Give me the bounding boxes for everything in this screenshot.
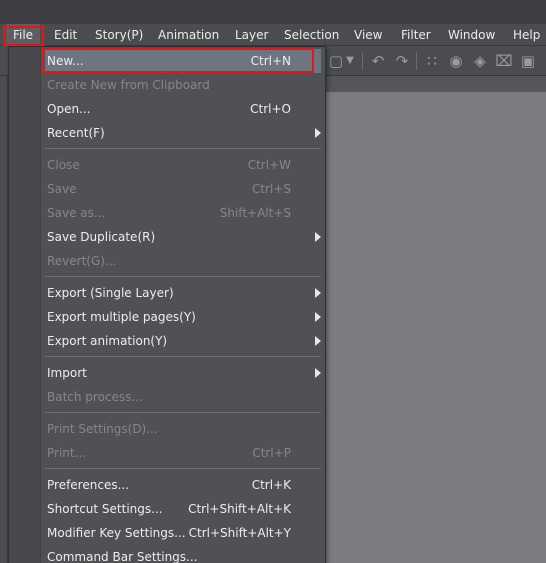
menu-item-save-duplicate-r[interactable]: Save Duplicate(R) bbox=[45, 225, 321, 249]
menu-item-shortcut: Ctrl+W bbox=[247, 158, 291, 172]
menu-item-label: Print... bbox=[47, 446, 87, 460]
menu-item-label: New... bbox=[47, 54, 84, 68]
menu-item-label: Preferences... bbox=[47, 478, 130, 492]
menu-item-label: Shortcut Settings... bbox=[47, 502, 163, 516]
menu-item-print-settings-d[interactable]: Print Settings(D)... bbox=[45, 417, 321, 441]
menu-window[interactable]: Window bbox=[448, 24, 495, 46]
menu-item-close[interactable]: Close Ctrl+W bbox=[45, 153, 321, 177]
menu-separator bbox=[45, 148, 321, 149]
menu-item-label: Save Duplicate(R) bbox=[47, 230, 156, 244]
menu-item-shortcut-settings[interactable]: Shortcut Settings... Ctrl+Shift+Alt+K bbox=[45, 497, 321, 521]
menu-item-label: Export multiple pages(Y) bbox=[47, 310, 196, 324]
menu-item-print[interactable]: Print... Ctrl+P bbox=[45, 441, 321, 465]
menu-item-shortcut: Ctrl+O bbox=[250, 102, 291, 116]
canvas-tab-strip bbox=[325, 76, 546, 92]
redo-icon[interactable]: ↷ bbox=[392, 51, 412, 71]
selection-dots-icon[interactable]: ∷ bbox=[422, 51, 442, 71]
menu-separator bbox=[45, 356, 321, 357]
title-bar bbox=[0, 0, 546, 24]
menu-edit[interactable]: Edit bbox=[54, 24, 77, 46]
menu-item-label: Close bbox=[47, 158, 80, 172]
submenu-arrow-icon bbox=[315, 128, 321, 138]
dropdown-arrow-icon[interactable]: ▼ bbox=[340, 51, 360, 71]
menu-selection[interactable]: Selection bbox=[284, 24, 339, 46]
menu-item-label: Command Bar Settings... bbox=[47, 550, 198, 563]
menu-item-save[interactable]: Save Ctrl+S bbox=[45, 177, 321, 201]
menu-item-export-animation-y[interactable]: Export animation(Y) bbox=[45, 329, 321, 353]
menu-item-modifier-key-settings[interactable]: Modifier Key Settings... Ctrl+Shift+Alt+Y bbox=[45, 521, 321, 545]
menu-bar: File Edit Story(P) Animation Layer Selec… bbox=[0, 24, 546, 46]
menu-item-preferences[interactable]: Preferences... Ctrl+K bbox=[45, 473, 321, 497]
undo-icon[interactable]: ↶ bbox=[368, 51, 388, 71]
menu-item-label: Save bbox=[47, 182, 77, 196]
menu-file[interactable]: File bbox=[6, 24, 40, 46]
submenu-arrow-icon bbox=[315, 232, 321, 242]
menu-item-export-single-layer[interactable]: Export (Single Layer) bbox=[45, 281, 321, 305]
menu-item-label: Print Settings(D)... bbox=[47, 422, 158, 436]
menu-item-recent-f[interactable]: Recent(F) bbox=[45, 121, 321, 145]
menu-item-command-bar-settings[interactable]: Command Bar Settings... bbox=[45, 545, 321, 563]
menu-item-batch-process[interactable]: Batch process... bbox=[45, 385, 321, 409]
file-menu-dropdown: New... Ctrl+N Create New from Clipboard Ope… bbox=[8, 46, 326, 563]
menu-item-import[interactable]: Import bbox=[45, 361, 321, 385]
submenu-arrow-icon bbox=[315, 368, 321, 378]
menu-item-shortcut: Ctrl+Shift+Alt+Y bbox=[188, 526, 291, 540]
menu-item-create-new-from-clipboard[interactable]: Create New from Clipboard bbox=[45, 73, 321, 97]
menu-item-open[interactable]: Open... Ctrl+O bbox=[45, 97, 321, 121]
menu-item-label: Modifier Key Settings... bbox=[47, 526, 186, 540]
menu-item-label: Import bbox=[47, 366, 87, 380]
menu-item-shortcut: Ctrl+Shift+Alt+K bbox=[188, 502, 291, 516]
fill-icon[interactable]: ◈ bbox=[470, 51, 490, 71]
menu-item-save-as[interactable]: Save as... Shift+Alt+S bbox=[45, 201, 321, 225]
transform-icon[interactable]: ◉ bbox=[446, 51, 466, 71]
submenu-arrow-icon bbox=[315, 288, 321, 298]
menu-item-label: Revert(G)... bbox=[47, 254, 117, 268]
menu-item-label: Export (Single Layer) bbox=[47, 286, 174, 300]
menu-icon-gutter bbox=[9, 47, 41, 563]
menu-item-revert-g[interactable]: Revert(G)... bbox=[45, 249, 321, 273]
fit-icon[interactable]: ▣ bbox=[518, 51, 538, 71]
menu-help[interactable]: Help bbox=[513, 24, 540, 46]
menu-separator bbox=[45, 276, 321, 277]
menu-view[interactable]: View bbox=[354, 24, 382, 46]
crop-icon[interactable]: ⌧ bbox=[494, 51, 514, 71]
menu-item-shortcut: Ctrl+S bbox=[251, 182, 291, 196]
menu-item-shortcut: Shift+Alt+S bbox=[219, 206, 291, 220]
left-edge-panel bbox=[0, 76, 8, 563]
submenu-arrow-icon bbox=[315, 336, 321, 346]
menu-item-shortcut: Ctrl+N bbox=[250, 54, 291, 68]
menu-item-export-multiple-pages-y[interactable]: Export multiple pages(Y) bbox=[45, 305, 321, 329]
menu-item-label: Recent(F) bbox=[47, 126, 105, 140]
menu-item-label: Create New from Clipboard bbox=[47, 78, 210, 92]
menu-item-shortcut: Ctrl+P bbox=[252, 446, 291, 460]
menu-layer[interactable]: Layer bbox=[235, 24, 268, 46]
menu-item-label: Batch process... bbox=[47, 390, 143, 404]
menu-story[interactable]: Story(P) bbox=[95, 24, 143, 46]
menu-filter[interactable]: Filter bbox=[401, 24, 431, 46]
menu-item-label: Save as... bbox=[47, 206, 106, 220]
menu-item-shortcut: Ctrl+K bbox=[251, 478, 291, 492]
menu-item-label: Open... bbox=[47, 102, 91, 116]
menu-animation[interactable]: Animation bbox=[158, 24, 219, 46]
menu-separator bbox=[45, 468, 321, 469]
menu-separator bbox=[45, 412, 321, 413]
submenu-arrow-icon bbox=[315, 312, 321, 322]
menu-item-new[interactable]: New... Ctrl+N bbox=[45, 49, 321, 73]
menu-item-label: Export animation(Y) bbox=[47, 334, 168, 348]
